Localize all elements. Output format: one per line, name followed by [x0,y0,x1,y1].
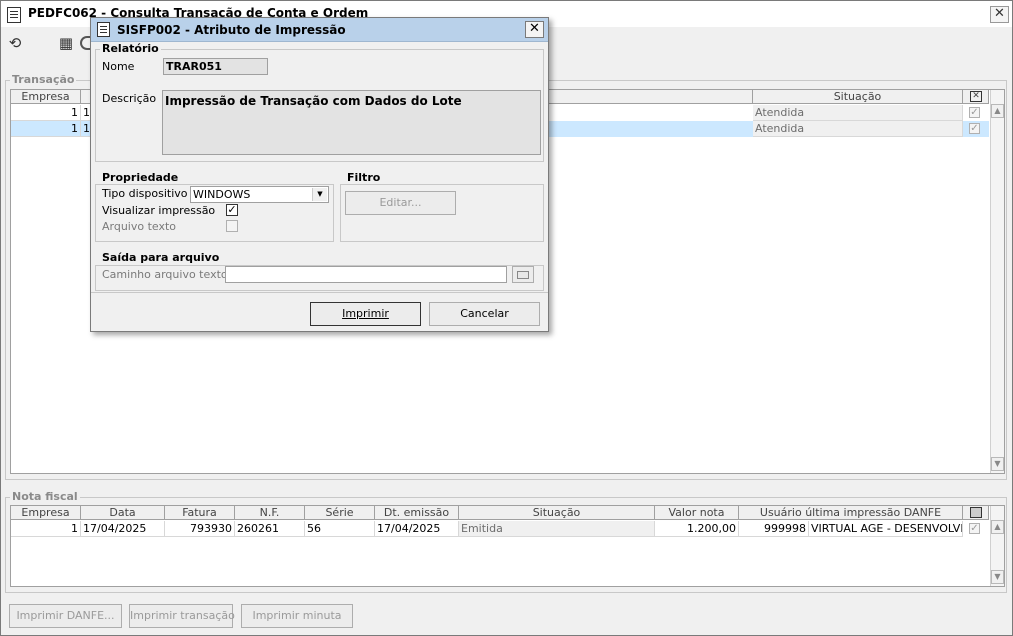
cell-dt-emissao: 17/04/2025 [375,521,459,537]
document-icon [7,7,21,23]
cell-situacao: Atendida [753,121,963,137]
cell-fatura: 793930 [165,521,235,537]
col-header-fatura[interactable]: Fatura [165,506,235,520]
descricao-label: Descrição [102,92,157,105]
row-checkbox[interactable]: ✓ [969,107,980,118]
imprimir-transacao-button[interactable]: Imprimir transação [129,604,235,628]
cell-valor-nota: 1.200,00 [655,521,739,537]
cell-data: 17/04/2025 [81,521,165,537]
transacao-group-label: Transação [10,73,77,86]
relatorio-group-label: Relatório [100,42,161,55]
cell-situacao: Emitida [459,521,655,537]
folder-icon [517,271,529,279]
tipo-dispositivo-label: Tipo dispositivo [102,187,188,200]
tipo-dispositivo-select[interactable]: WINDOWS ▼ [190,186,329,203]
scroll-down-button[interactable]: ▼ [991,570,1004,584]
cell-situacao: Atendida [753,105,963,121]
scroll-up-button[interactable]: ▲ [991,104,1004,118]
col-header-situacao[interactable]: Situação [459,506,655,520]
scroll-up-button[interactable]: ▲ [991,520,1004,534]
cell-empresa: 1 [11,521,81,537]
col-header-empresa[interactable]: Empresa [11,506,81,520]
refresh-icon[interactable]: ⟲ [6,34,24,52]
arquivo-texto-checkbox[interactable] [226,220,238,232]
propriedade-group-label: Propriedade [100,171,181,184]
cell-usuario-nome: VIRTUAL AGE - DESENVOLVIM [809,521,963,537]
nota-fiscal-grid: Empresa Data Fatura N.F. Série Dt. emiss… [10,505,1005,587]
editar-filtro-button[interactable]: Editar... [345,191,456,215]
col-header-serie[interactable]: Série [305,506,375,520]
main-close-button[interactable]: ✕ [990,6,1009,23]
transacao-scrollbar[interactable]: ▲ ▼ [990,90,1004,473]
imprimir-minuta-button[interactable]: Imprimir minuta [241,604,353,628]
nota-fiscal-scrollbar[interactable]: ▲ ▼ [990,506,1004,586]
nome-label: Nome [102,60,135,73]
select-all-icon [970,507,982,518]
cell-empresa: 1 [11,105,81,121]
chevron-down-icon[interactable]: ▼ [312,188,327,201]
caminho-arquivo-input[interactable] [225,266,507,283]
cell-usuario-id: 999998 [739,521,809,537]
imprimir-button[interactable]: Imprimir [310,302,421,326]
dialog-title: SISFP002 - Atributo de Impressão [117,23,346,37]
cell-serie: 56 [305,521,375,537]
table-row[interactable]: 1 17/04/2025 793930 260261 56 17/04/2025… [11,521,989,537]
dialog-title-bar: SISFP002 - Atributo de Impressão ✕ [91,18,548,42]
nota-fiscal-group-label: Nota fiscal [10,490,80,503]
select-all-icon: ✕ [970,91,982,102]
dialog-close-button[interactable]: ✕ [525,21,544,38]
col-header-select-all[interactable] [963,506,989,520]
descricao-field: Impressão de Transação com Dados do Lote [162,90,541,155]
col-header-situacao[interactable]: Situação [753,90,963,104]
caminho-arquivo-label: Caminho arquivo texto [102,268,228,281]
imprimir-danfe-button[interactable]: Imprimir DANFE... [9,604,122,628]
visualizar-impressao-checkbox[interactable]: ✓ [226,204,238,216]
tipo-dispositivo-value: WINDOWS [193,188,251,201]
arquivo-texto-label: Arquivo texto [102,220,177,233]
col-header-empresa[interactable]: Empresa [11,90,81,104]
cell-nf: 260261 [235,521,305,537]
row-checkbox[interactable]: ✓ [969,123,980,134]
col-header-dt-emissao[interactable]: Dt. emissão [375,506,459,520]
saida-arquivo-group-label: Saída para arquivo [100,251,222,264]
cell-empresa: 1 [11,121,81,137]
dialog-footer-divider [91,292,548,293]
document-icon [97,22,110,37]
col-header-valor-nota[interactable]: Valor nota [655,506,739,520]
print-attributes-dialog: SISFP002 - Atributo de Impressão ✕ Relat… [90,17,549,332]
col-header-select-all[interactable]: ✕ [963,90,989,104]
nome-field: TRAR051 [163,58,268,75]
calendar-icon[interactable]: ▦ [57,34,75,52]
col-header-nf[interactable]: N.F. [235,506,305,520]
row-checkbox[interactable]: ✓ [969,523,980,534]
scroll-down-button[interactable]: ▼ [991,457,1004,471]
filtro-group-label: Filtro [345,171,383,184]
col-header-usuario[interactable]: Usuário última impressão DANFE [739,506,963,520]
col-header-data[interactable]: Data [81,506,165,520]
browse-folder-button[interactable] [512,266,534,283]
cancelar-button[interactable]: Cancelar [429,302,540,326]
visualizar-impressao-label: Visualizar impressão [102,204,216,217]
